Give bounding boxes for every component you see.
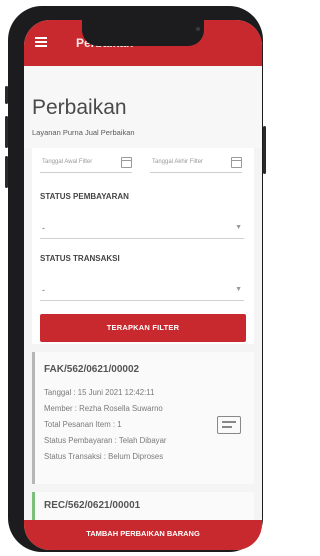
add-repair-button[interactable]: TAMBAH PERBAIKAN BARANG <box>24 520 262 550</box>
order-date: Tanggal : 15 Juni 2021 12:42:11 <box>44 388 155 397</box>
page-subtitle: Layanan Purna Jual Perbaikan <box>32 128 135 137</box>
phone-frame: Perbaikan Perbaikan Layanan Purna Jual P… <box>5 6 266 552</box>
end-date-placeholder: Tanggal Akhir Filter <box>152 159 204 165</box>
order-card[interactable]: FAK/562/0621/00002 Tanggal : 15 Juni 202… <box>32 352 254 484</box>
order-payment-status: Status Pembayaran : Telah Dibayar <box>44 436 167 445</box>
receipt-icon <box>217 416 241 434</box>
calendar-icon[interactable] <box>231 157 242 168</box>
silent-switch <box>5 86 8 104</box>
hamburger-icon[interactable] <box>35 37 47 47</box>
app-screen: Perbaikan Perbaikan Layanan Purna Jual P… <box>24 20 262 550</box>
power-button <box>263 126 266 174</box>
order-code: REC/562/0621/00001 <box>44 500 141 511</box>
transaction-status-label: STATUS TRANSAKSI <box>40 254 120 263</box>
chevron-down-icon: ▼ <box>235 224 242 231</box>
start-date-field[interactable]: Tanggal Awal Filter <box>40 156 132 173</box>
calendar-icon[interactable] <box>121 157 132 168</box>
order-total-items: Total Pesanan Item : 1 <box>44 420 122 429</box>
end-date-field[interactable]: Tanggal Akhir Filter <box>150 156 242 173</box>
apply-filter-button[interactable]: TERAPKAN FILTER <box>40 314 246 342</box>
payment-status-label: STATUS PEMBAYARAN <box>40 192 129 201</box>
payment-status-value: - <box>42 223 45 233</box>
start-date-placeholder: Tanggal Awal Filter <box>42 159 93 165</box>
transaction-status-select[interactable]: - ▼ <box>40 282 244 301</box>
filter-panel: Tanggal Awal Filter Tanggal Akhir Filter… <box>32 148 254 344</box>
order-transaction-status: Status Transaksi : Belum Diproses <box>44 452 164 461</box>
page-header: Perbaikan Layanan Purna Jual Perbaikan <box>24 66 262 148</box>
phone-notch <box>82 20 204 46</box>
volume-up-button <box>5 116 8 148</box>
order-member: Member : Rezha Rosella Suwarno <box>44 404 163 413</box>
volume-down-button <box>5 156 8 188</box>
camera-icon <box>196 27 200 31</box>
page-title: Perbaikan <box>32 96 127 119</box>
transaction-status-value: - <box>42 285 45 295</box>
payment-status-select[interactable]: - ▼ <box>40 220 244 239</box>
order-code: FAK/562/0621/00002 <box>44 364 140 375</box>
chevron-down-icon: ▼ <box>235 286 242 293</box>
